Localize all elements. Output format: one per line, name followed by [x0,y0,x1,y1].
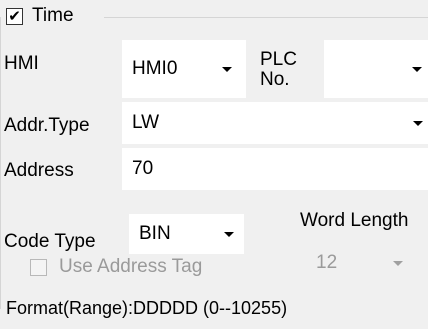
address-input[interactable]: 70 [122,148,428,190]
use-address-tag-label: Use Address Tag [59,256,203,277]
address-input-value: 70 [132,158,154,179]
plc-label-line1: PLC [260,49,297,70]
code-type-label: Code Type [4,231,96,252]
checkmark-icon: ✔ [8,7,21,25]
address-label: Address [4,160,74,181]
plc-no-label: PLC No. [260,50,297,90]
plc-label-line2: No. [260,68,290,90]
use-address-tag-checkbox[interactable] [30,258,47,276]
word-length-value: 12 [316,252,338,273]
use-address-tag-option[interactable]: Use Address Tag [30,256,202,278]
group-border-left [0,17,1,309]
code-type-select[interactable]: BIN [129,214,244,254]
addr-type-select-value: LW [132,112,160,133]
word-length-select[interactable]: 12 [300,250,428,282]
addr-type-label: Addr.Type [4,115,90,136]
group-border-top [104,17,428,18]
hmi-select-value: HMI0 [132,58,178,79]
hmi-select[interactable]: HMI0 [122,40,246,98]
time-group-header[interactable]: ✔ Time [6,2,82,30]
word-length-dropdown-arrow-icon [393,261,403,266]
hmi-label: HMI [4,53,39,74]
hmi-dropdown-arrow-icon [222,67,232,72]
code-type-dropdown-arrow-icon [224,232,234,237]
plc-no-select[interactable] [324,40,428,98]
code-type-select-value: BIN [139,223,171,244]
time-group-title: Time [32,5,74,26]
plc-dropdown-arrow-icon [412,67,422,72]
addr-type-select[interactable]: LW [122,102,428,144]
time-checkbox[interactable]: ✔ [6,7,23,25]
format-range-text: Format(Range):DDDDD (0--10255) [6,298,288,318]
addr-type-dropdown-arrow-icon [413,121,423,126]
word-length-label: Word Length [300,210,409,231]
